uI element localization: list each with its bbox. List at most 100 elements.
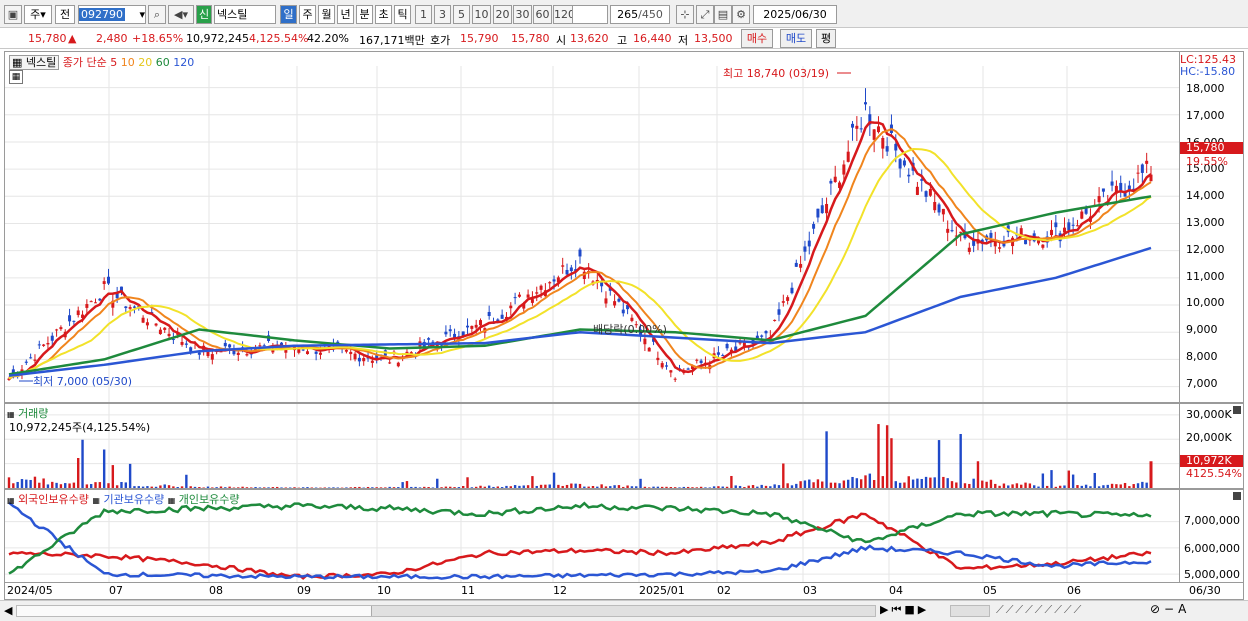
volume-bar [1141, 481, 1144, 488]
draw-icon[interactable]: ⤢ [696, 5, 714, 24]
volume-bar [609, 486, 612, 488]
candle-body [59, 327, 63, 330]
candle-body [94, 302, 98, 304]
tab-stock[interactable]: ▦ 넥스틸 [9, 55, 60, 70]
volume-bar [263, 487, 266, 488]
price-chart-panel[interactable]: 최고 18,740 (03/19) 최저 7,000 (05/30) 배당락(0.0… [4, 51, 1180, 403]
high-price: 16,440 [633, 32, 672, 45]
date-field[interactable]: 2025/06/30 [753, 5, 837, 24]
candle-body [820, 205, 824, 214]
interval-button-30[interactable]: 30 [513, 5, 532, 24]
interval-button-1[interactable]: 1 [415, 5, 432, 24]
volume-bar [786, 483, 789, 488]
x-label-8: 02 [717, 584, 731, 597]
prev-button[interactable]: 전 [55, 5, 75, 24]
volume-bar [418, 487, 422, 488]
period-tab-1[interactable]: 주 [299, 5, 316, 24]
volume-bar [85, 484, 89, 488]
volume-bar [790, 485, 794, 488]
volume-bar [578, 483, 582, 488]
period-tab-4[interactable]: 분 [356, 5, 373, 24]
scroll-left-icon[interactable]: ◀ [4, 604, 12, 617]
speaker-icon[interactable]: ◀▾ [168, 5, 194, 24]
horizontal-scrollbar[interactable] [16, 605, 876, 617]
volume-bar [1063, 485, 1066, 488]
volume-bar [1089, 486, 1092, 488]
volume-bar [669, 487, 673, 488]
calculator-icon[interactable]: ▦ [9, 70, 23, 84]
volume-bar [851, 476, 854, 488]
volume-bar [535, 485, 538, 488]
gear-icon[interactable]: ⚙ [732, 5, 750, 24]
period-tab-2[interactable]: 월 [318, 5, 335, 24]
high-label: 고 [617, 34, 628, 47]
x-label-4: 10 [377, 584, 391, 597]
candle-body [396, 362, 400, 367]
volume-bar [284, 487, 288, 488]
search-icon[interactable]: ⌕ [148, 5, 166, 24]
candle-body [924, 191, 928, 197]
period-tab-6[interactable]: 틱 [394, 5, 411, 24]
candle-body [656, 357, 660, 361]
x-label-6: 12 [553, 584, 567, 597]
volume-bar [544, 484, 547, 488]
candle-body [617, 298, 621, 302]
playback-controls[interactable]: ▶⏮■▶ [880, 603, 929, 617]
save-icon[interactable]: ▤ [714, 5, 732, 24]
candle-body [89, 301, 93, 303]
interval-button-60[interactable]: 60 [533, 5, 552, 24]
candle-body [842, 164, 846, 175]
count-field[interactable]: 265/450 [610, 5, 670, 24]
zoom-controls[interactable]: ⊘−A [1150, 602, 1190, 616]
buy-button[interactable]: 매수 [741, 29, 773, 48]
volume-bar [721, 486, 724, 488]
volume-bar [872, 480, 876, 488]
scrollbar-thumb[interactable] [17, 606, 372, 616]
interval-dropdown[interactable] [572, 5, 608, 24]
volume-bar [924, 476, 928, 488]
sell-button[interactable]: 매도 [780, 29, 812, 48]
period-tab-5[interactable]: 초 [375, 5, 392, 24]
candle-body [928, 189, 932, 196]
panel-close-icon[interactable] [1233, 492, 1241, 500]
volume-bar [717, 486, 720, 488]
holdings-panel[interactable]: ▦ 외국인보유수량 ▦ 기관보유수량 ▦ 개인보유수량 [4, 489, 1180, 583]
candle-body [643, 338, 647, 345]
hold-tick-5m: 5,000,000 [1184, 568, 1240, 581]
candle-body [630, 317, 634, 321]
volume-bar [410, 486, 413, 488]
volume-axis: 30,000K 20,000K 10,972K 4125.54% [1180, 403, 1244, 489]
volume-bar [613, 485, 616, 488]
period-tab-3[interactable]: 년 [337, 5, 354, 24]
window-icon[interactable]: ▣ [4, 5, 22, 24]
price-tick-7: 11,000 [1186, 269, 1225, 283]
drawing-tools[interactable]: ⟋⟋⟋⟋⟋⟋⟋⟋⟋ [996, 603, 1083, 617]
up-arrow-icon: ▲ [68, 32, 77, 45]
volume-bar [920, 478, 923, 488]
volume-bar [111, 465, 115, 488]
price-tick-4: 14,000 [1186, 189, 1225, 203]
candle-body [647, 347, 651, 352]
panel-close-icon[interactable] [1233, 406, 1241, 414]
interval-button-5[interactable]: 5 [453, 5, 470, 24]
stock-code-input[interactable]: 092790 ▾ [78, 5, 146, 24]
volume-bar [864, 475, 867, 488]
market-select[interactable]: 주▾ [24, 5, 52, 24]
volume-bar [280, 487, 283, 488]
quote-strip: 15,780 ▲ 2,480 +18.65% 10,972,245 4,125.… [0, 28, 1248, 49]
volume-bar [301, 487, 305, 488]
volume-bar [128, 463, 132, 488]
interval-button-3[interactable]: 3 [434, 5, 451, 24]
candle-body [180, 341, 184, 345]
interval-button-20[interactable]: 20 [493, 5, 512, 24]
eval-button[interactable]: 평 [816, 29, 836, 48]
price-tick-0: 18,000 [1186, 82, 1225, 95]
period-tab-0[interactable]: 일 [280, 5, 297, 24]
holdings-axis: 7,000,000 6,000,000 5,000,000 [1180, 489, 1244, 583]
interval-button-10[interactable]: 10 [472, 5, 491, 24]
speed-slider[interactable] [950, 605, 990, 617]
stock-name-field[interactable]: 넥스틸 [214, 5, 276, 24]
volume-panel[interactable]: ▦ 거래량 10,972,245주(4,125.54%) [4, 403, 1180, 489]
candle-body [721, 355, 725, 357]
crosshair-icon[interactable]: ⊹ [676, 5, 694, 24]
